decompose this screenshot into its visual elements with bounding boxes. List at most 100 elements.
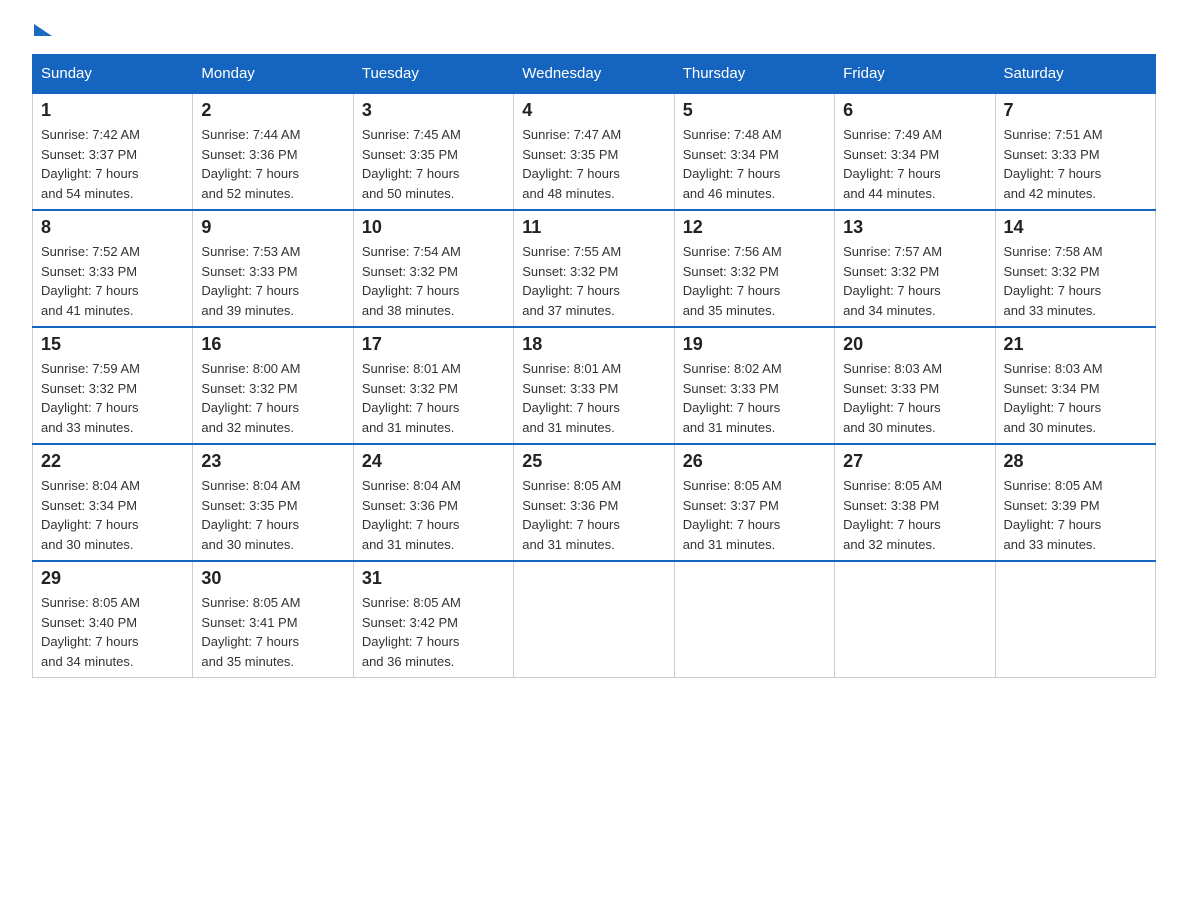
daylight-label: Daylight: 7 hours bbox=[522, 400, 620, 415]
daylight-minutes: and 30 minutes. bbox=[201, 537, 294, 552]
day-number: 28 bbox=[1004, 451, 1147, 472]
calendar-day-cell: 13 Sunrise: 7:57 AM Sunset: 3:32 PM Dayl… bbox=[835, 210, 995, 327]
day-info: Sunrise: 8:05 AM Sunset: 3:37 PM Dayligh… bbox=[683, 476, 826, 554]
daylight-minutes: and 31 minutes. bbox=[362, 537, 455, 552]
calendar-week-row: 29 Sunrise: 8:05 AM Sunset: 3:40 PM Dayl… bbox=[33, 561, 1156, 678]
sunrise-label: Sunrise: 8:05 AM bbox=[362, 595, 461, 610]
sunset-label: Sunset: 3:32 PM bbox=[843, 264, 939, 279]
daylight-minutes: and 50 minutes. bbox=[362, 186, 455, 201]
daylight-label: Daylight: 7 hours bbox=[201, 517, 299, 532]
logo bbox=[32, 24, 52, 38]
daylight-label: Daylight: 7 hours bbox=[41, 634, 139, 649]
daylight-label: Daylight: 7 hours bbox=[201, 166, 299, 181]
day-number: 10 bbox=[362, 217, 505, 238]
sunset-label: Sunset: 3:41 PM bbox=[201, 615, 297, 630]
calendar-day-cell: 22 Sunrise: 8:04 AM Sunset: 3:34 PM Dayl… bbox=[33, 444, 193, 561]
day-info: Sunrise: 7:48 AM Sunset: 3:34 PM Dayligh… bbox=[683, 125, 826, 203]
calendar-day-cell: 26 Sunrise: 8:05 AM Sunset: 3:37 PM Dayl… bbox=[674, 444, 834, 561]
calendar-day-cell: 3 Sunrise: 7:45 AM Sunset: 3:35 PM Dayli… bbox=[353, 93, 513, 210]
day-info: Sunrise: 7:53 AM Sunset: 3:33 PM Dayligh… bbox=[201, 242, 344, 320]
sunset-label: Sunset: 3:32 PM bbox=[362, 381, 458, 396]
sunset-label: Sunset: 3:40 PM bbox=[41, 615, 137, 630]
sunrise-label: Sunrise: 8:04 AM bbox=[201, 478, 300, 493]
sunrise-label: Sunrise: 7:58 AM bbox=[1004, 244, 1103, 259]
daylight-minutes: and 44 minutes. bbox=[843, 186, 936, 201]
calendar-week-row: 15 Sunrise: 7:59 AM Sunset: 3:32 PM Dayl… bbox=[33, 327, 1156, 444]
day-info: Sunrise: 8:05 AM Sunset: 3:36 PM Dayligh… bbox=[522, 476, 665, 554]
day-number: 9 bbox=[201, 217, 344, 238]
day-number: 1 bbox=[41, 100, 184, 121]
calendar-day-cell: 7 Sunrise: 7:51 AM Sunset: 3:33 PM Dayli… bbox=[995, 93, 1155, 210]
calendar-day-cell: 2 Sunrise: 7:44 AM Sunset: 3:36 PM Dayli… bbox=[193, 93, 353, 210]
sunrise-label: Sunrise: 7:54 AM bbox=[362, 244, 461, 259]
sunrise-label: Sunrise: 8:03 AM bbox=[843, 361, 942, 376]
sunrise-label: Sunrise: 7:48 AM bbox=[683, 127, 782, 142]
daylight-minutes: and 33 minutes. bbox=[1004, 537, 1097, 552]
day-info: Sunrise: 8:03 AM Sunset: 3:34 PM Dayligh… bbox=[1004, 359, 1147, 437]
day-number: 21 bbox=[1004, 334, 1147, 355]
sunrise-label: Sunrise: 7:59 AM bbox=[41, 361, 140, 376]
calendar-table: SundayMondayTuesdayWednesdayThursdayFrid… bbox=[32, 54, 1156, 678]
daylight-label: Daylight: 7 hours bbox=[843, 166, 941, 181]
day-number: 8 bbox=[41, 217, 184, 238]
sunset-label: Sunset: 3:34 PM bbox=[843, 147, 939, 162]
weekday-header-saturday: Saturday bbox=[995, 55, 1155, 94]
sunset-label: Sunset: 3:38 PM bbox=[843, 498, 939, 513]
sunrise-label: Sunrise: 8:05 AM bbox=[1004, 478, 1103, 493]
weekday-header-friday: Friday bbox=[835, 55, 995, 94]
daylight-label: Daylight: 7 hours bbox=[683, 283, 781, 298]
daylight-minutes: and 35 minutes. bbox=[201, 654, 294, 669]
daylight-minutes: and 36 minutes. bbox=[362, 654, 455, 669]
day-number: 16 bbox=[201, 334, 344, 355]
calendar-day-cell: 5 Sunrise: 7:48 AM Sunset: 3:34 PM Dayli… bbox=[674, 93, 834, 210]
daylight-label: Daylight: 7 hours bbox=[1004, 166, 1102, 181]
day-number: 18 bbox=[522, 334, 665, 355]
daylight-label: Daylight: 7 hours bbox=[201, 634, 299, 649]
daylight-label: Daylight: 7 hours bbox=[683, 400, 781, 415]
daylight-minutes: and 32 minutes. bbox=[843, 537, 936, 552]
sunrise-label: Sunrise: 7:44 AM bbox=[201, 127, 300, 142]
sunset-label: Sunset: 3:36 PM bbox=[522, 498, 618, 513]
calendar-header: SundayMondayTuesdayWednesdayThursdayFrid… bbox=[33, 55, 1156, 94]
daylight-minutes: and 31 minutes. bbox=[522, 537, 615, 552]
calendar-day-cell: 27 Sunrise: 8:05 AM Sunset: 3:38 PM Dayl… bbox=[835, 444, 995, 561]
daylight-minutes: and 30 minutes. bbox=[41, 537, 134, 552]
sunset-label: Sunset: 3:33 PM bbox=[41, 264, 137, 279]
day-info: Sunrise: 8:05 AM Sunset: 3:38 PM Dayligh… bbox=[843, 476, 986, 554]
daylight-minutes: and 31 minutes. bbox=[522, 420, 615, 435]
sunrise-label: Sunrise: 8:05 AM bbox=[522, 478, 621, 493]
sunset-label: Sunset: 3:32 PM bbox=[41, 381, 137, 396]
sunset-label: Sunset: 3:34 PM bbox=[683, 147, 779, 162]
sunrise-label: Sunrise: 8:01 AM bbox=[522, 361, 621, 376]
calendar-day-cell: 21 Sunrise: 8:03 AM Sunset: 3:34 PM Dayl… bbox=[995, 327, 1155, 444]
calendar-body: 1 Sunrise: 7:42 AM Sunset: 3:37 PM Dayli… bbox=[33, 93, 1156, 678]
sunset-label: Sunset: 3:35 PM bbox=[522, 147, 618, 162]
day-info: Sunrise: 8:03 AM Sunset: 3:33 PM Dayligh… bbox=[843, 359, 986, 437]
day-number: 30 bbox=[201, 568, 344, 589]
daylight-minutes: and 33 minutes. bbox=[41, 420, 134, 435]
sunset-label: Sunset: 3:35 PM bbox=[201, 498, 297, 513]
daylight-label: Daylight: 7 hours bbox=[362, 634, 460, 649]
day-info: Sunrise: 8:01 AM Sunset: 3:32 PM Dayligh… bbox=[362, 359, 505, 437]
sunrise-label: Sunrise: 8:05 AM bbox=[843, 478, 942, 493]
sunrise-label: Sunrise: 7:45 AM bbox=[362, 127, 461, 142]
calendar-day-cell: 9 Sunrise: 7:53 AM Sunset: 3:33 PM Dayli… bbox=[193, 210, 353, 327]
day-number: 29 bbox=[41, 568, 184, 589]
sunset-label: Sunset: 3:32 PM bbox=[683, 264, 779, 279]
day-number: 7 bbox=[1004, 100, 1147, 121]
day-number: 22 bbox=[41, 451, 184, 472]
sunset-label: Sunset: 3:33 PM bbox=[683, 381, 779, 396]
sunrise-label: Sunrise: 8:00 AM bbox=[201, 361, 300, 376]
day-info: Sunrise: 8:04 AM Sunset: 3:36 PM Dayligh… bbox=[362, 476, 505, 554]
daylight-label: Daylight: 7 hours bbox=[843, 400, 941, 415]
daylight-minutes: and 30 minutes. bbox=[843, 420, 936, 435]
day-number: 24 bbox=[362, 451, 505, 472]
sunset-label: Sunset: 3:34 PM bbox=[1004, 381, 1100, 396]
daylight-minutes: and 39 minutes. bbox=[201, 303, 294, 318]
day-info: Sunrise: 7:52 AM Sunset: 3:33 PM Dayligh… bbox=[41, 242, 184, 320]
day-number: 11 bbox=[522, 217, 665, 238]
day-info: Sunrise: 8:00 AM Sunset: 3:32 PM Dayligh… bbox=[201, 359, 344, 437]
day-info: Sunrise: 8:01 AM Sunset: 3:33 PM Dayligh… bbox=[522, 359, 665, 437]
day-number: 12 bbox=[683, 217, 826, 238]
day-info: Sunrise: 7:59 AM Sunset: 3:32 PM Dayligh… bbox=[41, 359, 184, 437]
